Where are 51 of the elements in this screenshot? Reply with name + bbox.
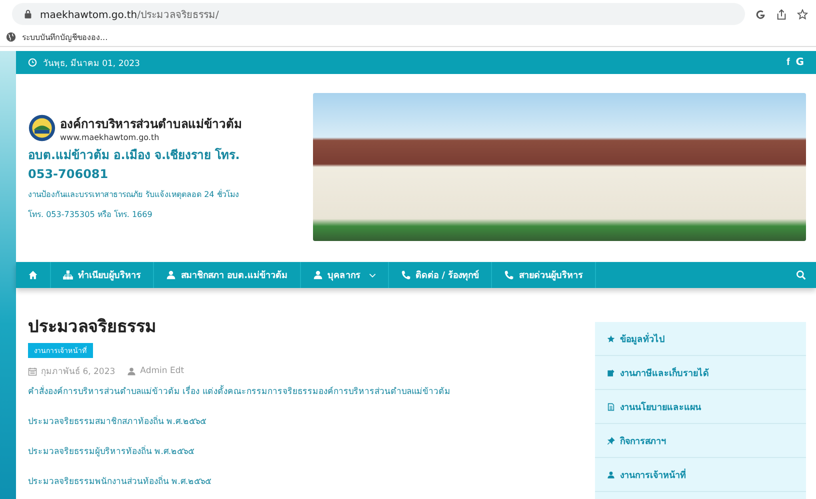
- document-link[interactable]: ประมวลจริยธรรมสมาชิกสภาท้องถิ่น พ.ศ.๒๕๖๕: [28, 416, 206, 429]
- address-bar[interactable]: maekhawtom.go.th/ประมวลจริยธรรม/: [12, 3, 745, 25]
- edit-icon: [607, 368, 615, 376]
- document-link[interactable]: คำสั่งองค์การบริหารส่วนตำบลแม่ข้าวต้ม เรื่อง แต่งตั้งคณะกรรมการจริยธรรมองค์การบริหารส่วนตำบลแม่ข้าวต้ม: [28, 386, 450, 399]
- search-icon[interactable]: [796, 270, 806, 280]
- sidebar-item[interactable]: งานนโยบายและแผน: [595, 390, 806, 424]
- nav-link[interactable]: ทำเนียบผู้บริหาร: [51, 262, 154, 288]
- emergency-text: งานป้องกันและบรรเทาสาธารณภัย รับแจ้งเหตุตลอด 24 ชั่วโมง: [28, 188, 240, 200]
- user-icon: [127, 366, 136, 376]
- sidebar-item[interactable]: งานภาษีและเก็บรายได้: [595, 356, 806, 390]
- star-icon[interactable]: [797, 8, 808, 20]
- google-icon[interactable]: [755, 8, 766, 20]
- sidebar-item[interactable]: งานการเจ้าหน้าที่: [595, 458, 806, 492]
- user-icon: [312, 270, 323, 280]
- phone-number: 053-706081: [28, 166, 110, 180]
- nav-link[interactable]: สายด่วนผู้บริหาร: [492, 262, 596, 288]
- user-icon: [607, 470, 615, 478]
- sitemap-icon: [63, 270, 73, 280]
- globe-icon: [6, 32, 16, 42]
- article-title: ประมวลจริยธรรม: [28, 316, 156, 339]
- document-link[interactable]: ประมวลจริยธรรมพนักงานส่วนท้องถิ่น พ.ศ.๒๕๖๕: [28, 476, 212, 489]
- nav-link[interactable]: ติดต่อ / ร้องทุกข์: [388, 262, 492, 288]
- organization-name: องค์การบริหารส่วนตำบลแม่ข้าวต้ม: [60, 116, 242, 132]
- author-name: Admin Edt: [140, 366, 184, 376]
- nav-link[interactable]: สมาชิกสภา อบต.แม่ข้าวต้ม: [154, 262, 301, 288]
- date-text: วันพุธ, มีนาคม 01, 2023: [43, 58, 140, 70]
- contact-text: อบต.แม่ข้าวต้ม อ.เมือง จ.เชียงราย โทร.: [28, 146, 241, 164]
- clock-icon: [28, 58, 37, 67]
- sidebar-item[interactable]: กิจการสภาฯ: [595, 424, 806, 458]
- document-link[interactable]: ประมวลจริยธรรมผู้บริหารท้องถิ่น พ.ศ.๒๕๖๕: [28, 446, 194, 459]
- bookmark-item[interactable]: ระบบบันทึกบัญชีขององ...: [6, 30, 108, 44]
- phone-icon: [504, 270, 514, 280]
- website-text: www.maekhawtom.go.th: [60, 132, 160, 142]
- pin-icon: [607, 436, 615, 444]
- document-icon: [607, 402, 615, 410]
- sidebar-item[interactable]: ข้อมูลทั่วไป: [595, 322, 806, 356]
- google-link[interactable]: G: [796, 57, 804, 68]
- chevron-icon: [368, 272, 376, 278]
- lock-icon: [24, 9, 32, 19]
- facebook-link[interactable]: f: [786, 57, 790, 68]
- star-icon: [607, 334, 615, 342]
- user-icon: [166, 270, 176, 280]
- phone-icon: [400, 270, 411, 280]
- emergency-phone-text: โทร. 053-735305 หรือ โทร. 1669: [28, 208, 154, 220]
- home-icon: [28, 270, 38, 280]
- share-icon[interactable]: [776, 8, 787, 20]
- calendar-icon: [28, 366, 37, 376]
- url-text: maekhawtom.go.th/ประมวลจริยธรรม/: [40, 8, 219, 22]
- emblem-logo: [28, 114, 56, 142]
- post-date: กุมภาพันธ์ 6, 2023: [41, 366, 116, 378]
- nav-link[interactable]: บุคลากร: [300, 262, 389, 288]
